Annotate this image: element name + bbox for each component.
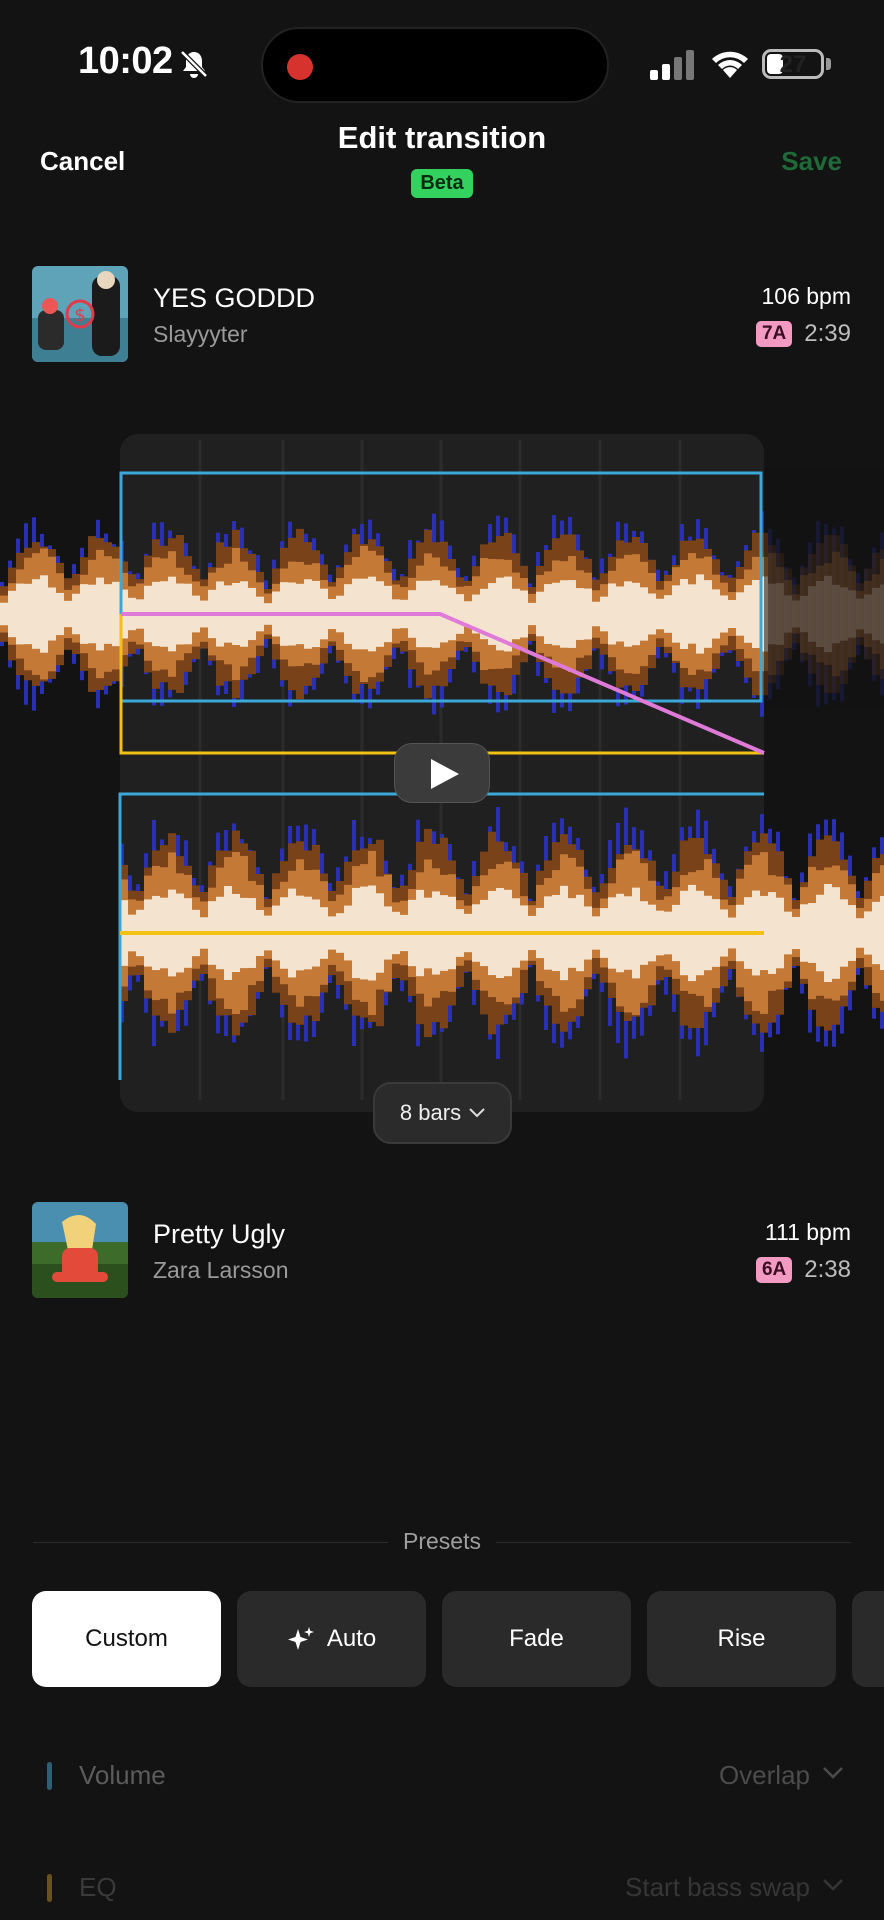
track-a-row[interactable]: $ YES GODDD Slayyyter 106 bpm 7A 2:39: [32, 266, 851, 362]
recording-indicator-icon: [287, 54, 313, 80]
track-b-title: Pretty Ugly: [153, 1219, 286, 1249]
sparkle-icon: [287, 1627, 314, 1650]
battery-icon: 27: [762, 49, 824, 79]
track-b-row[interactable]: Pretty Ugly Zara Larsson 111 bpm 6A 2:38: [32, 1202, 851, 1298]
track-b-bpm: 111 bpm: [764, 1219, 851, 1245]
track-b-key-badge: 6A: [755, 1257, 793, 1283]
track-a-album-art: $: [32, 266, 128, 362]
chevron-down-icon: [469, 1108, 485, 1118]
cellular-signal-icon: [650, 50, 694, 80]
eq-label: EQ: [79, 1872, 117, 1902]
volume-setting-row[interactable]: Volume Overlap: [47, 1756, 844, 1796]
track-a-key-badge: 7A: [755, 321, 793, 347]
chevron-down-icon: [823, 1879, 843, 1891]
status-time: 10:02: [78, 40, 173, 82]
preset-label: Rise: [717, 1625, 766, 1652]
battery-cap: [826, 58, 831, 70]
track-b-album-art: [32, 1202, 128, 1298]
beta-badge: Beta: [411, 169, 473, 198]
volume-label: Volume: [79, 1760, 166, 1790]
bars-length-dropdown[interactable]: 8 bars: [373, 1082, 512, 1144]
preset-custom-button[interactable]: Custom: [32, 1591, 221, 1687]
chevron-down-icon: [823, 1767, 843, 1779]
track-a-bpm: 106 bpm: [761, 283, 851, 309]
preset-fade-button[interactable]: Fade: [442, 1591, 631, 1687]
preset-more-button[interactable]: [852, 1591, 884, 1687]
volume-value: Overlap: [718, 1760, 810, 1790]
track-b-artist: Zara Larsson: [153, 1257, 289, 1283]
preset-label: Fade: [509, 1625, 564, 1652]
preset-label: Auto: [326, 1625, 377, 1652]
preset-label: Custom: [85, 1625, 168, 1652]
track-a-artist: Slayyyter: [153, 321, 248, 347]
eq-setting-row[interactable]: EQ Start bass swap: [47, 1868, 844, 1908]
volume-color-indicator: [47, 1762, 52, 1790]
battery-level: 27: [779, 51, 807, 78]
eq-color-indicator: [47, 1874, 52, 1902]
track-b-duration: 2:38: [804, 1256, 851, 1283]
preset-rise-button[interactable]: Rise: [647, 1591, 836, 1687]
page-title: Edit transition: [337, 120, 547, 155]
track-a-title: YES GODDD: [153, 283, 316, 313]
play-button[interactable]: [394, 743, 490, 803]
wifi-icon: [712, 51, 748, 78]
save-button[interactable]: Save: [781, 146, 842, 177]
eq-value: Start bass swap: [625, 1872, 810, 1902]
track-a-duration: 2:39: [804, 320, 851, 347]
dynamic-island: [261, 27, 609, 103]
presets-label: Presets: [388, 1528, 496, 1555]
preset-auto-button[interactable]: Auto: [237, 1591, 426, 1687]
bell-muted-icon: [180, 50, 208, 78]
play-icon: [431, 759, 459, 789]
bars-length-label: 8 bars: [399, 1100, 462, 1125]
svg-text:$: $: [74, 305, 85, 326]
